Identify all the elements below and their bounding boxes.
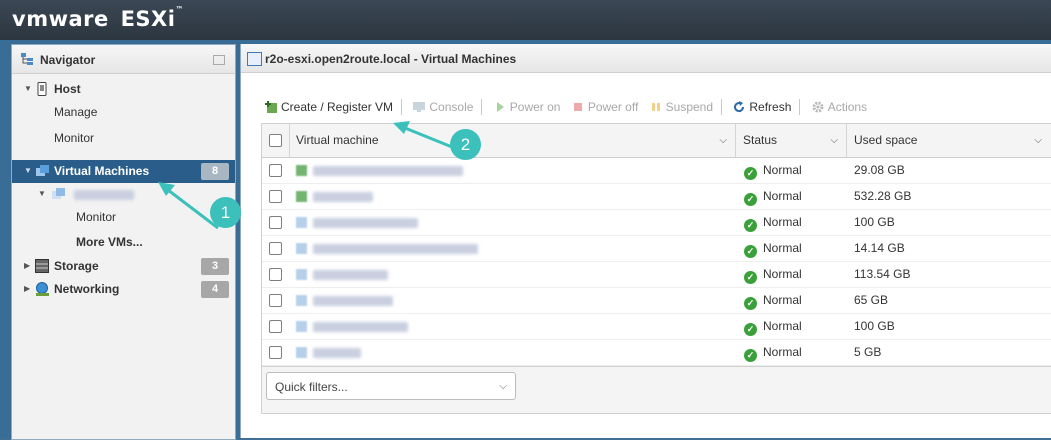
callout-2: 2 [450,129,481,160]
annotation-arrows [158,121,453,230]
callout-1: 1 [210,197,241,228]
